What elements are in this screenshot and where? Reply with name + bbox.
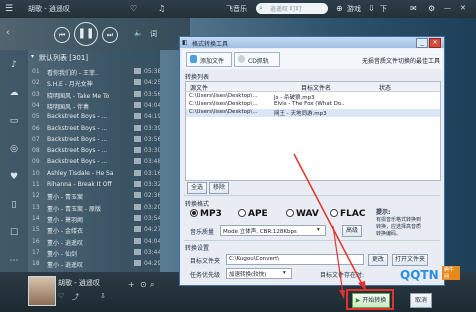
- qqtn-watermark: QQTN 腾牛网: [400, 266, 460, 288]
- watermark-sub: 腾牛网: [442, 266, 460, 280]
- watermark-text: QQTN: [400, 268, 439, 282]
